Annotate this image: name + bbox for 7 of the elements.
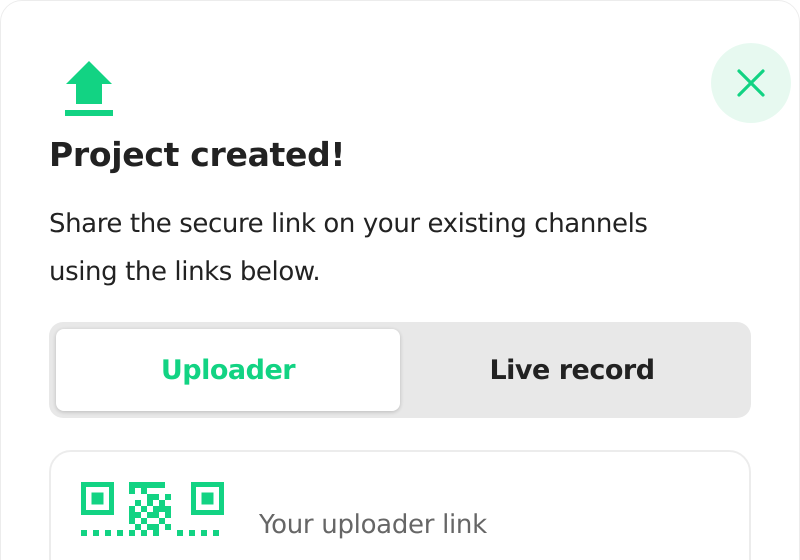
qr-code-icon bbox=[81, 482, 225, 536]
link-label: Your uploader link bbox=[259, 510, 487, 542]
dialog-title: Project created! bbox=[49, 135, 346, 174]
tab[interactable]: Live record bbox=[400, 329, 744, 411]
dialog-message: Share the secure link on your existing channels using the links below. bbox=[49, 208, 649, 289]
close-icon bbox=[737, 69, 765, 97]
upload-icon bbox=[65, 61, 113, 117]
